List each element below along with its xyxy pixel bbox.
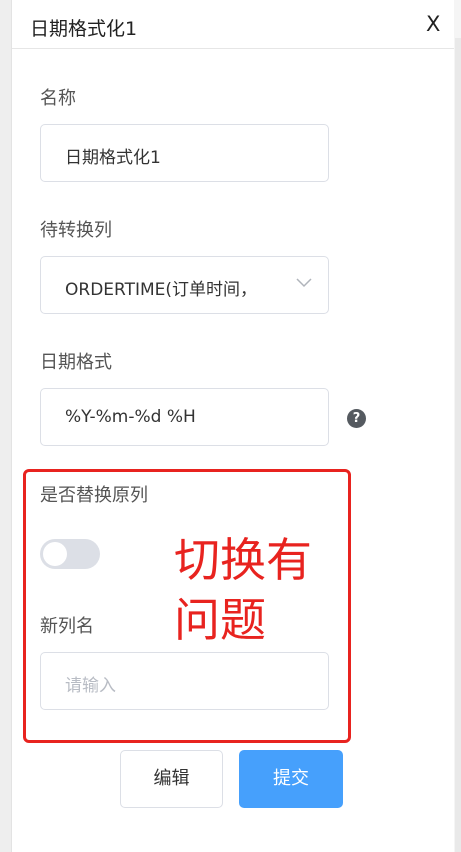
dialog-header: 日期格式化1 X — [12, 0, 454, 49]
annotation-text: 切换有 问题 — [174, 530, 334, 650]
new-column-label: 新列名 — [40, 616, 94, 637]
format-label: 日期格式 — [40, 352, 112, 373]
toggle-knob — [43, 542, 67, 566]
scrollbar-track[interactable] — [455, 38, 461, 852]
submit-button[interactable]: 提交 — [239, 750, 343, 808]
dialog-panel: 日期格式化1 X 名称 日期格式化1 待转换列 ORDERTIME(订单时间， … — [0, 0, 454, 852]
new-column-placeholder: 请输入 — [65, 676, 116, 696]
replace-label: 是否替换原列 — [40, 485, 148, 506]
edit-button[interactable]: 编辑 — [120, 750, 223, 808]
format-input-value: %Y-%m-%d %H — [65, 407, 196, 427]
left-edge — [0, 0, 12, 852]
annotation-line-2: 问题 — [174, 593, 266, 647]
help-icon[interactable]: ? — [347, 409, 366, 428]
annotation-line-1: 切换有 — [174, 533, 312, 587]
close-icon[interactable]: X — [426, 12, 440, 36]
name-input[interactable]: 日期格式化1 — [40, 124, 329, 182]
name-label: 名称 — [40, 88, 76, 109]
new-column-input[interactable]: 请输入 — [40, 652, 329, 710]
format-input[interactable]: %Y-%m-%d %H — [40, 388, 329, 446]
column-select-value: ORDERTIME(订单时间， — [65, 280, 258, 300]
chevron-down-icon — [296, 278, 312, 288]
replace-toggle[interactable] — [40, 539, 100, 569]
column-select[interactable]: ORDERTIME(订单时间， — [40, 256, 329, 314]
dialog-title: 日期格式化1 — [30, 18, 138, 40]
column-label: 待转换列 — [40, 220, 112, 241]
name-input-value: 日期格式化1 — [65, 148, 161, 168]
